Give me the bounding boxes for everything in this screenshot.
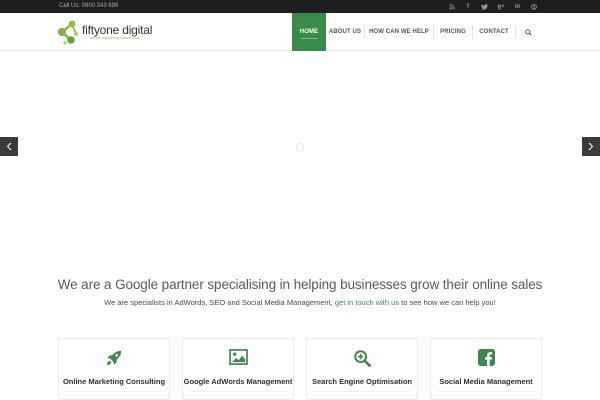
social-links: f g+ in <box>443 0 542 13</box>
main-nav: HOME ABOUT US HOW CAN WE HELP PRICING CO… <box>292 13 540 51</box>
facebook-icon[interactable]: f <box>460 0 476 13</box>
google-plus-icon[interactable]: g+ <box>493 0 509 13</box>
chevron-left-icon <box>6 142 12 151</box>
chevron-right-icon <box>588 142 594 151</box>
twitter-icon[interactable] <box>477 0 493 13</box>
rss-icon[interactable] <box>444 0 460 13</box>
card-divider <box>65 391 163 392</box>
slider-next-button[interactable] <box>582 137 600 156</box>
service-card-adwords[interactable]: Google AdWords Management <box>182 338 294 400</box>
logo-name: fiftyone digital <box>82 23 153 37</box>
hero-slider <box>0 52 600 242</box>
facebook-square-icon <box>477 349 495 366</box>
call-us-text: Call Us: 0800 343 696 <box>59 3 119 9</box>
rocket-icon <box>106 350 122 366</box>
service-title: Online Marketing Consulting <box>62 377 166 386</box>
intro-text-before: We are specialists in AdWords, SEO and S… <box>104 298 333 307</box>
service-title: Google AdWords Management <box>183 377 293 386</box>
nav-item-how-can-we-help[interactable]: HOW CAN WE HELP <box>365 13 433 51</box>
zoom-in-icon <box>354 350 371 367</box>
skype-icon[interactable] <box>526 0 542 13</box>
service-card-consulting[interactable]: Online Marketing Consulting <box>58 338 170 400</box>
card-divider <box>437 391 535 392</box>
nav-item-home[interactable]: HOME <box>292 13 326 51</box>
site-logo[interactable]: fiftyone digital online marketing consul… <box>57 16 152 48</box>
slider-prev-button[interactable] <box>0 137 18 156</box>
nav-item-pricing[interactable]: PRICING <box>434 13 472 51</box>
logo-mark-icon <box>58 20 78 45</box>
service-title: Social Media Management <box>439 377 533 386</box>
get-in-touch-link[interactable]: get in touch with us <box>335 298 399 307</box>
picture-icon <box>228 349 248 365</box>
card-divider <box>189 391 287 392</box>
intro-headline: We are a Google partner specialising in … <box>57 277 543 292</box>
loading-spinner-icon <box>296 143 304 151</box>
site-header: fiftyone digital online marketing consul… <box>0 13 600 51</box>
top-bar: Call Us: 0800 343 696 f g+ in <box>0 0 600 13</box>
intro-subline: We are specialists in AdWords, SEO and S… <box>0 298 600 308</box>
service-card-seo[interactable]: Search Engine Optimisation <box>306 338 418 400</box>
service-title: Search Engine Optimisation <box>311 377 413 386</box>
search-icon[interactable] <box>516 13 540 51</box>
card-divider <box>313 391 411 392</box>
nav-item-contact[interactable]: CONTACT <box>473 13 515 51</box>
intro-text-after: to see how we can help you! <box>401 298 496 307</box>
service-card-social-media[interactable]: Social Media Management <box>430 338 542 400</box>
linkedin-icon[interactable]: in <box>510 0 526 13</box>
nav-item-about-us[interactable]: ABOUT US <box>326 13 364 51</box>
